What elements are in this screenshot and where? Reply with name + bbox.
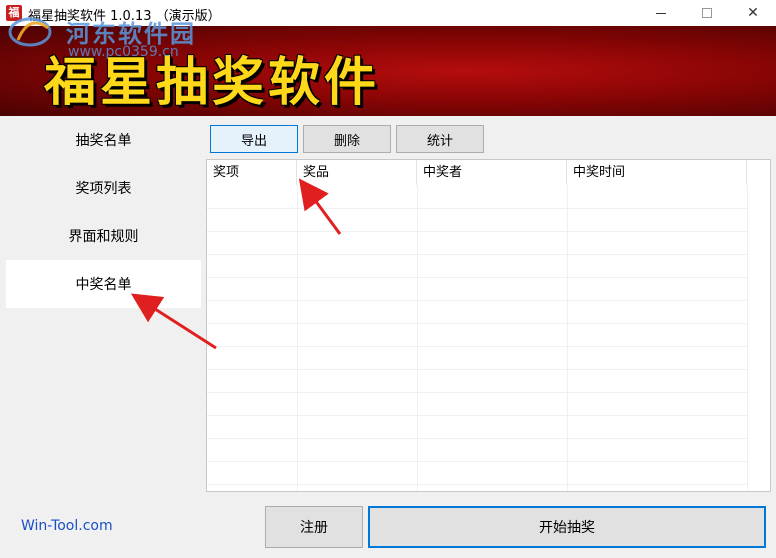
table-column-divider	[297, 185, 298, 491]
delete-button[interactable]: 删除	[303, 125, 391, 153]
minimize-icon	[656, 12, 666, 14]
table-row-divider	[207, 208, 747, 209]
column-header-win-time[interactable]: 中奖时间	[567, 160, 747, 185]
table-row-divider	[207, 346, 747, 347]
table-row-divider	[207, 415, 747, 416]
sidebar-item-draw-list[interactable]: 抽奖名单	[6, 116, 201, 164]
watermark-logo-icon	[8, 17, 52, 47]
column-header-prize[interactable]: 奖品	[297, 160, 417, 185]
stats-button[interactable]: 统计	[396, 125, 484, 153]
start-draw-button[interactable]: 开始抽奖	[368, 506, 766, 548]
table-row-divider	[207, 369, 747, 370]
table-row-divider	[207, 438, 747, 439]
table-column-divider	[567, 185, 568, 491]
winners-table[interactable]: 奖项 奖品 中奖者 中奖时间	[206, 159, 771, 492]
table-row-divider	[207, 231, 747, 232]
main-panel: 导出 删除 统计 奖项 奖品 中奖者 中奖时间	[201, 116, 776, 496]
watermark-url: www.pc0359.cn	[68, 44, 179, 60]
table-row-divider	[207, 254, 747, 255]
sidebar: 抽奖名单 奖项列表 界面和规则 中奖名单	[0, 116, 201, 496]
table-row-divider	[207, 300, 747, 301]
footer-bar: Win-Tool.com 注册 开始抽奖	[0, 496, 776, 558]
maximize-button[interactable]	[684, 0, 730, 26]
register-button[interactable]: 注册	[265, 506, 363, 548]
sidebar-item-prize-list[interactable]: 奖项列表	[6, 164, 201, 212]
column-header-winner[interactable]: 中奖者	[417, 160, 567, 185]
sidebar-item-winners-list[interactable]: 中奖名单	[6, 260, 201, 308]
site-link[interactable]: Win-Tool.com	[21, 518, 113, 534]
sidebar-item-interface-rules[interactable]: 界面和规则	[6, 212, 201, 260]
table-row-divider	[207, 484, 747, 485]
close-icon: ✕	[747, 5, 759, 21]
table-row-divider	[207, 323, 747, 324]
table-body	[207, 185, 770, 491]
table-row-divider	[207, 461, 747, 462]
table-header: 奖项 奖品 中奖者 中奖时间	[207, 160, 770, 185]
minimize-button[interactable]	[638, 0, 684, 26]
maximize-icon	[702, 8, 712, 18]
table-column-divider	[417, 185, 418, 491]
column-header-prize-level[interactable]: 奖项	[207, 160, 297, 185]
table-row-divider	[207, 392, 747, 393]
export-button[interactable]: 导出	[210, 125, 298, 153]
table-row-divider	[207, 277, 747, 278]
table-column-divider	[747, 185, 748, 491]
close-button[interactable]: ✕	[730, 0, 776, 26]
